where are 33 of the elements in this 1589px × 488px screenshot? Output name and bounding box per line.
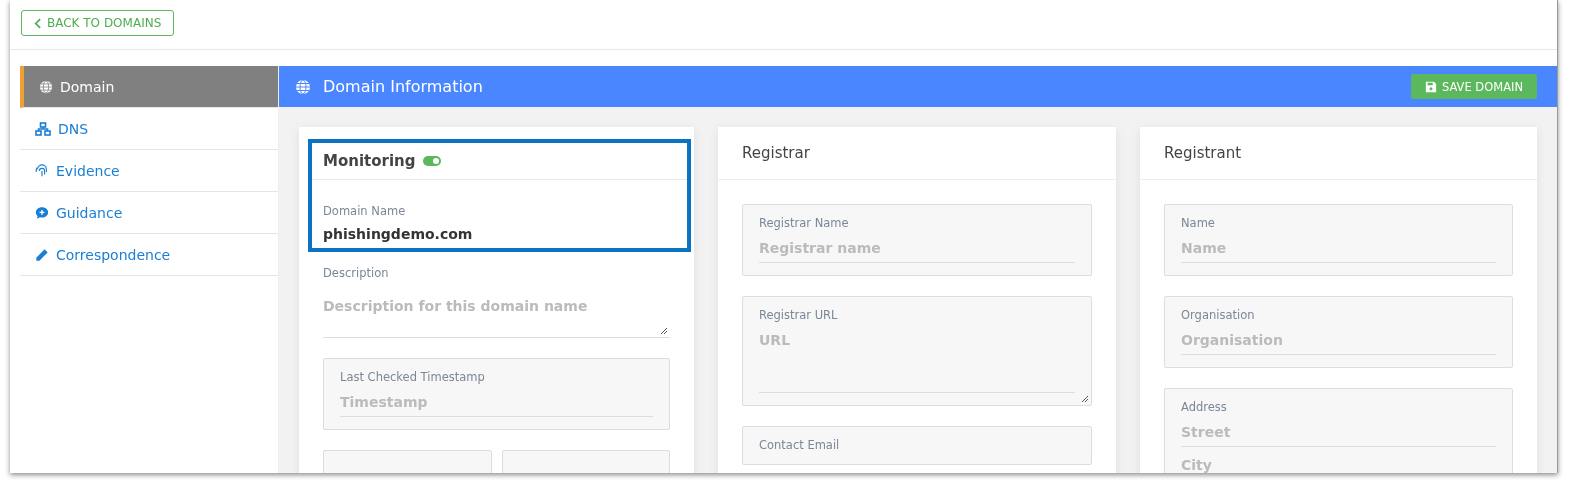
fingerprint-icon: [35, 163, 49, 178]
monitoring-toggle[interactable]: [423, 156, 442, 166]
input-field[interactable]: Address Street City: [1164, 388, 1513, 473]
sidebar-item[interactable]: Correspondence: [20, 234, 278, 276]
field-label: Description: [323, 266, 390, 280]
globe-icon: [39, 79, 53, 94]
domain-name-value: phishingdemo.com: [323, 226, 474, 242]
field-label: Domain Name: [323, 204, 407, 218]
save-button[interactable]: SAVE DOMAIN: [1410, 74, 1537, 99]
card-title: Registrant: [1164, 144, 1242, 162]
card-title: Registrar: [742, 144, 810, 162]
sidebar-item[interactable]: DNS: [20, 108, 278, 150]
pencil-icon: [35, 247, 49, 262]
input-field[interactable]: Organisation Organisation: [1164, 296, 1513, 368]
input-field[interactable]: Registrar Name Registrar name: [742, 204, 1092, 276]
resize-grip-icon[interactable]: [660, 327, 668, 335]
sidebar-item[interactable]: Evidence: [20, 150, 278, 192]
section-title: Domain Information: [323, 77, 484, 96]
sidebar-item[interactable]: Domain: [20, 66, 278, 108]
floppy-icon: [1424, 80, 1437, 93]
comment-plus-icon: [35, 205, 49, 220]
description-field[interactable]: Description for this domain name: [323, 286, 670, 338]
globe-icon: [295, 78, 311, 95]
sidebar-item[interactable]: Guidance: [20, 192, 278, 234]
input-field[interactable]: Contact Email: [742, 426, 1092, 465]
card-title: Monitoring: [323, 152, 416, 170]
resize-grip-icon[interactable]: [1081, 395, 1089, 403]
network-icon: [35, 121, 51, 136]
back-button[interactable]: BACK TO DOMAINS: [21, 10, 175, 36]
timestamp-field[interactable]: Last Checked Timestamp Timestamp: [323, 358, 670, 430]
chevron-left-icon: [34, 17, 41, 29]
input-field[interactable]: Name Name: [1164, 204, 1513, 276]
text-area[interactable]: Registrar URL URL: [742, 296, 1092, 406]
